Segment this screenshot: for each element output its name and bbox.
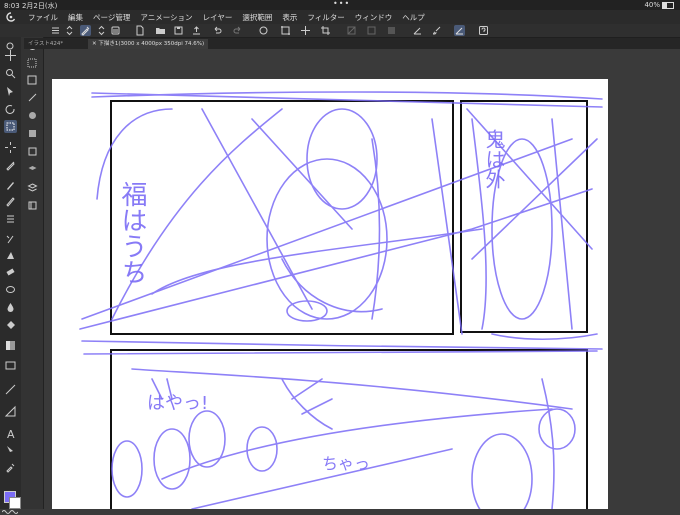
undo-icon[interactable] bbox=[212, 25, 223, 36]
tool-palette: A bbox=[0, 37, 21, 514]
battery-icon bbox=[662, 1, 674, 9]
eyedropper-icon[interactable] bbox=[4, 159, 17, 172]
menu-layer[interactable]: レイヤー bbox=[203, 12, 233, 23]
rotate-tool-icon[interactable] bbox=[4, 103, 17, 116]
ruler-tool-icon[interactable] bbox=[4, 405, 17, 418]
layer-select-icon[interactable] bbox=[27, 164, 38, 175]
menu-window[interactable]: ウィンドウ bbox=[355, 12, 393, 23]
wave-icon[interactable] bbox=[2, 509, 18, 515]
shape-icon[interactable] bbox=[27, 92, 38, 103]
canvas-paper[interactable]: 福はうち はやっ! ちゃっ 鬼は外 bbox=[52, 79, 608, 509]
multitask-dots[interactable]: ••• bbox=[333, 0, 350, 8]
redo-icon[interactable] bbox=[232, 25, 243, 36]
menu-help[interactable]: ヘルプ bbox=[402, 12, 425, 23]
save-icon[interactable] bbox=[173, 25, 184, 36]
magnifier-icon[interactable] bbox=[4, 67, 17, 80]
document-tabs: イラスト424* ✕ 下描き1(3000 x 4000px 350dpi 74.… bbox=[24, 38, 680, 49]
snap-icon[interactable] bbox=[454, 25, 465, 36]
new-file-icon[interactable] bbox=[134, 25, 145, 36]
text-tool-icon[interactable]: A bbox=[4, 427, 17, 440]
subtool-palette bbox=[21, 37, 44, 509]
move-layer-icon[interactable] bbox=[300, 25, 311, 36]
updown-icon-2[interactable] bbox=[96, 25, 107, 36]
brush-icon[interactable] bbox=[432, 25, 443, 36]
decoration-icon[interactable] bbox=[4, 249, 17, 262]
help-icon[interactable] bbox=[478, 25, 489, 36]
transform-icon[interactable] bbox=[280, 25, 291, 36]
book-icon[interactable] bbox=[27, 200, 38, 211]
sketch-drawing: 福はうち はやっ! ちゃっ 鬼は外 bbox=[79, 91, 603, 509]
lasso-icon[interactable] bbox=[27, 75, 38, 86]
menu-page[interactable]: ページ管理 bbox=[93, 12, 130, 23]
tab-illust[interactable]: イラスト424* bbox=[24, 39, 67, 49]
panel-border-2 bbox=[460, 100, 588, 333]
line-tool-icon[interactable] bbox=[4, 383, 17, 396]
gradient-icon[interactable] bbox=[4, 339, 17, 352]
move-tool-icon[interactable] bbox=[4, 49, 17, 62]
modify-icon[interactable] bbox=[80, 25, 91, 36]
layers-icon[interactable] bbox=[110, 25, 121, 36]
fill-selection-icon[interactable] bbox=[386, 25, 397, 36]
airbrush-icon[interactable] bbox=[4, 233, 17, 246]
blend-tool-icon[interactable] bbox=[4, 283, 17, 296]
svg-text:A: A bbox=[7, 428, 15, 440]
operation-tool-icon[interactable] bbox=[4, 85, 17, 98]
loading-icon[interactable] bbox=[258, 25, 269, 36]
updown-icon[interactable] bbox=[64, 25, 75, 36]
canvas-area[interactable]: 福はうち はやっ! ちゃっ 鬼は外 bbox=[44, 49, 680, 509]
rect-select-icon[interactable] bbox=[27, 58, 38, 69]
eraser-icon[interactable] bbox=[4, 265, 17, 278]
correct-line-icon[interactable] bbox=[4, 461, 17, 474]
main-menu: ファイル 編集 ページ管理 アニメーション レイヤー 選択範囲 表示 フィルター… bbox=[28, 12, 425, 23]
panel-border-1 bbox=[110, 100, 454, 335]
pencil-tool-icon[interactable] bbox=[4, 195, 17, 208]
command-bar bbox=[0, 24, 680, 38]
select-eraser-icon[interactable] bbox=[27, 128, 38, 139]
ruler-pen-icon[interactable] bbox=[412, 25, 423, 36]
invert-icon[interactable] bbox=[366, 25, 377, 36]
sketch-text-fukuwauchi: 福はうち bbox=[117, 181, 147, 285]
panel-border-3 bbox=[110, 349, 588, 509]
stack-icon[interactable] bbox=[27, 182, 38, 193]
sketch-text-hayah: はやっ! bbox=[147, 393, 208, 414]
menu-filter[interactable]: フィルター bbox=[307, 12, 344, 23]
export-icon[interactable] bbox=[191, 25, 202, 36]
menu-edit[interactable]: 編集 bbox=[68, 12, 83, 23]
pen-tool-icon[interactable] bbox=[4, 179, 17, 192]
sketch-text-chah: ちゃっ bbox=[322, 454, 370, 473]
figure-tool-icon[interactable] bbox=[4, 359, 17, 372]
battery-indicator: 40% bbox=[644, 1, 674, 9]
crop-icon[interactable] bbox=[320, 25, 331, 36]
deselect-icon[interactable] bbox=[346, 25, 357, 36]
selection-tool-icon[interactable] bbox=[4, 120, 17, 133]
menu-view[interactable]: 表示 bbox=[282, 12, 297, 23]
hamburger-icon[interactable] bbox=[50, 25, 61, 36]
sub-color-swatch[interactable] bbox=[9, 497, 21, 509]
select-pen-icon[interactable] bbox=[27, 110, 38, 121]
brush-tool-icon[interactable] bbox=[4, 213, 17, 226]
bucket-icon[interactable] bbox=[4, 319, 17, 332]
menu-bar: ファイル 編集 ページ管理 アニメーション レイヤー 選択範囲 表示 フィルター… bbox=[0, 10, 680, 24]
menu-file[interactable]: ファイル bbox=[28, 12, 58, 23]
menu-selection[interactable]: 選択範囲 bbox=[242, 12, 272, 23]
fill-tool-icon[interactable] bbox=[4, 301, 17, 314]
menu-animation[interactable]: アニメーション bbox=[140, 12, 192, 23]
auto-select-icon[interactable] bbox=[4, 141, 17, 154]
ios-status-bar: 8:03 2月2日(水) ••• 40% bbox=[0, 0, 680, 10]
balloon-tool-icon[interactable] bbox=[4, 443, 17, 456]
app-logo-icon[interactable] bbox=[6, 12, 16, 22]
tab-active-document[interactable]: ✕ 下描き1(3000 x 4000px 350dpi 74.6%) bbox=[88, 39, 209, 49]
open-folder-icon[interactable] bbox=[155, 25, 166, 36]
shrink-select-icon[interactable] bbox=[27, 146, 38, 157]
sketch-text-oniwasoto: 鬼は外 bbox=[482, 129, 506, 189]
